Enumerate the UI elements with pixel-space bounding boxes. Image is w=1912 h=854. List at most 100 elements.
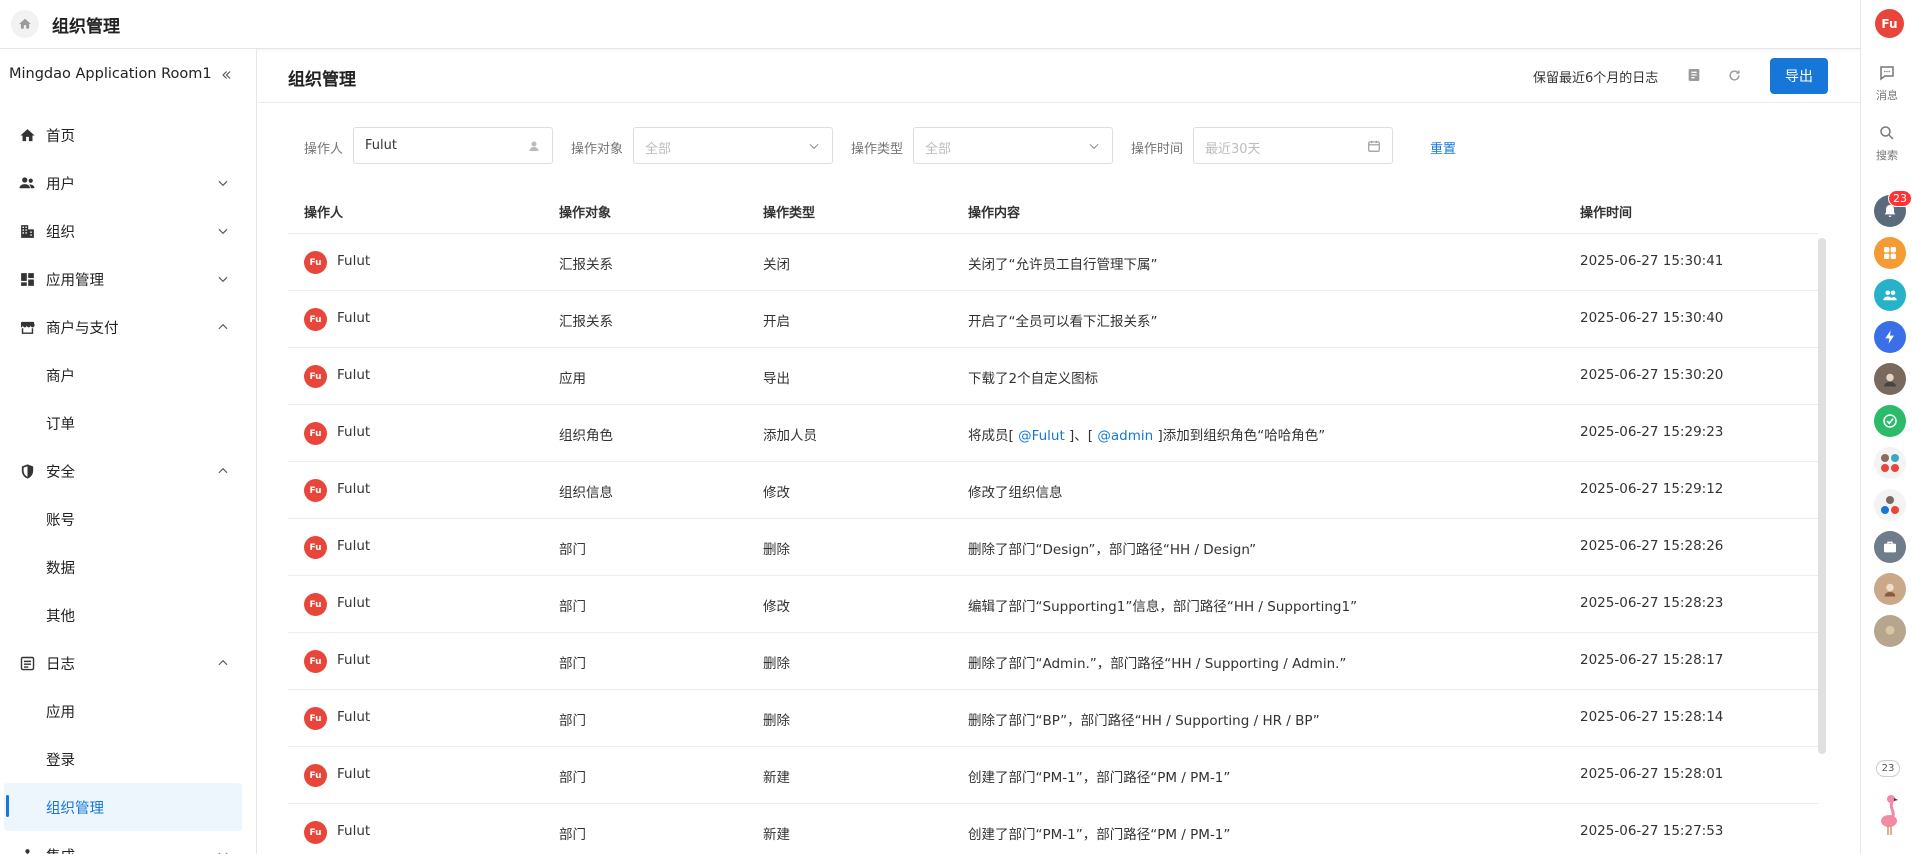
column-header-time[interactable]: 操作时间 [1580, 202, 1632, 221]
target-filter-label: 操作对象 [571, 142, 624, 157]
sidebar-subitem-org-management[interactable]: 组织管理 [4, 783, 242, 831]
cell-type: 开启 [763, 314, 790, 330]
app-shortcut-tasks[interactable] [1874, 405, 1906, 437]
cell-type: 添加人员 [763, 428, 817, 444]
group-avatars-icon [1881, 496, 1899, 514]
sidebar-subitem-app-log[interactable]: 应用 [0, 687, 256, 735]
app-shortcut-photo-1[interactable] [1874, 363, 1906, 395]
app-shortcut-photo-2[interactable] [1874, 573, 1906, 605]
table-row[interactable]: Fu Fulut 汇报关系 关闭 关闭了“允许员工自行管理下属” 2025-06-27 1… [288, 234, 1818, 291]
app-shortcut-group-1[interactable] [1874, 447, 1906, 479]
sidebar-item-users[interactable]: 用户 [0, 159, 256, 207]
table-row[interactable]: Fu Fulut 组织信息 修改 修改了组织信息 2025-06-27 15:29:12 [288, 462, 1818, 519]
cell-operator: Fulut [337, 709, 371, 725]
table-row[interactable]: Fu Fulut 组织角色 添加人员 将成员[ @Fulut ]、[ @admin ]添… [288, 405, 1818, 462]
table-row[interactable]: Fu Fulut 应用 导出 下载了2个自定义图标 2025-06-27 15:30:20 [288, 348, 1818, 405]
chevron-up-icon [218, 467, 228, 474]
table-scrollbar[interactable] [1818, 238, 1826, 754]
sidebar-item-app-management[interactable]: 应用管理 [0, 255, 256, 303]
sidebar-item-home[interactable]: 首页 [0, 111, 256, 159]
collapse-sidebar-button[interactable] [216, 65, 236, 85]
sidebar-subitem-merchant[interactable]: 商户 [0, 351, 256, 399]
reset-filters-link[interactable]: 重置 [1430, 138, 1456, 157]
sidebar-item-security[interactable]: 安全 [0, 447, 256, 495]
row-avatar: Fu [304, 365, 327, 388]
cell-content: 删除了部门“BP”，部门路径“HH / Supporting / HR / BP… [968, 713, 1320, 729]
briefcase-icon [1884, 541, 1896, 553]
refresh-button[interactable] [1723, 64, 1745, 86]
cell-time: 2025-06-27 15:28:01 [1580, 766, 1724, 782]
top-bar: 组织管理 [0, 0, 1860, 49]
row-avatar: Fu [304, 251, 327, 274]
flamingo-mascot[interactable] [1874, 795, 1906, 835]
export-button[interactable]: 导出 [1770, 58, 1828, 94]
sidebar-subitem-data[interactable]: 数据 [0, 543, 256, 591]
row-avatar: Fu [304, 536, 327, 559]
table-row[interactable]: Fu Fulut 部门 删除 删除了部门“Admin.”，部门路径“HH / Suppo… [288, 633, 1818, 690]
cell-target: 应用 [559, 371, 586, 387]
cell-operator: Fulut [337, 823, 371, 839]
chevron-up-icon [218, 659, 228, 666]
sidebar-item-label: 集成 [46, 845, 75, 854]
home-button[interactable] [11, 10, 39, 38]
org-name: Mingdao Application Room1 [9, 66, 212, 82]
app-shortcut-workflow[interactable] [1874, 321, 1906, 353]
column-header-target[interactable]: 操作对象 [559, 202, 611, 221]
sidebar-subitem-account[interactable]: 账号 [0, 495, 256, 543]
chevron-up-icon [218, 323, 228, 330]
sidebar-subitem-other[interactable]: 其他 [0, 591, 256, 639]
app-shortcut-photo-3[interactable] [1874, 615, 1906, 647]
log-icon [18, 654, 36, 672]
person-icon [526, 138, 542, 154]
sidebar-item-label: 首页 [46, 128, 75, 145]
table-row[interactable]: Fu Fulut 部门 删除 删除了部门“Design”，部门路径“HH / Desig… [288, 519, 1818, 576]
column-header-content[interactable]: 操作内容 [968, 202, 1020, 221]
sidebar: Mingdao Application Room1 首页 用户 组织 应用管理 … [0, 49, 257, 854]
document-icon [1688, 69, 1700, 81]
cell-target: 部门 [559, 656, 586, 672]
column-header-operator[interactable]: 操作人 [304, 202, 343, 221]
cell-operator: Fulut [337, 424, 371, 440]
photo-avatar-icon [1884, 583, 1896, 597]
notification-badge: 23 [1888, 190, 1912, 207]
table-row[interactable]: Fu Fulut 部门 新建 创建了部门“PM-1”，部门路径“PM / PM-1” 20… [288, 804, 1818, 854]
sidebar-item-merchant-payment[interactable]: 商户与支付 [0, 303, 256, 351]
mention-link[interactable]: @admin [1097, 428, 1153, 444]
search-button[interactable]: 搜索 [1861, 122, 1912, 163]
user-avatar[interactable]: Fu [1875, 9, 1904, 38]
row-avatar: Fu [304, 707, 327, 730]
table-row[interactable]: Fu Fulut 汇报关系 开启 开启了“全员可以看下汇报关系” 2025-06-27 1… [288, 291, 1818, 348]
table-row[interactable]: Fu Fulut 部门 修改 编辑了部门“Supporting1”信息，部门路径“HH … [288, 576, 1818, 633]
messages-button[interactable]: 消息 [1861, 62, 1912, 103]
content-text: 将成员[ [968, 428, 1019, 444]
cell-type: 修改 [763, 485, 790, 501]
log-settings-button[interactable] [1683, 64, 1705, 86]
table-row[interactable]: Fu Fulut 部门 新建 创建了部门“PM-1”，部门路径“PM / PM-1” 20… [288, 747, 1818, 804]
sidebar-item-label: 组织 [46, 224, 75, 241]
sidebar-subitem-login-log[interactable]: 登录 [0, 735, 256, 783]
target-filter-select[interactable]: 全部 [633, 127, 833, 164]
cell-target: 部门 [559, 827, 586, 843]
app-shortcut-briefcase[interactable] [1874, 531, 1906, 563]
type-filter-select[interactable]: 全部 [913, 127, 1113, 164]
cell-operator: Fulut [337, 481, 371, 497]
sidebar-item-logs[interactable]: 日志 [0, 639, 256, 687]
mention-link[interactable]: @Fulut [1018, 428, 1065, 444]
building-icon [18, 222, 36, 240]
sidebar-subitem-orders[interactable]: 订单 [0, 399, 256, 447]
app-shortcut-grid[interactable] [1874, 237, 1906, 269]
column-header-type[interactable]: 操作类型 [763, 202, 815, 221]
time-filter-placeholder: 最近30天 [1205, 142, 1261, 157]
log-table: 操作人 操作对象 操作类型 操作内容 操作时间 Fu Fulut 汇报关系 关闭 关闭了… [288, 188, 1818, 854]
operator-filter-input[interactable]: Fulut [353, 127, 553, 164]
sidebar-item-integration[interactable]: 集成 [0, 831, 256, 854]
row-avatar: Fu [304, 308, 327, 331]
table-row[interactable]: Fu Fulut 部门 删除 删除了部门“BP”，部门路径“HH / Supportin… [288, 690, 1818, 747]
app-shortcut-group-2[interactable] [1874, 489, 1906, 521]
store-icon [18, 318, 36, 336]
time-filter-picker[interactable]: 最近30天 [1193, 127, 1393, 164]
row-avatar: Fu [304, 422, 327, 445]
sidebar-item-org[interactable]: 组织 [0, 207, 256, 255]
home-icon [18, 126, 36, 144]
app-shortcut-contacts[interactable] [1874, 279, 1906, 311]
